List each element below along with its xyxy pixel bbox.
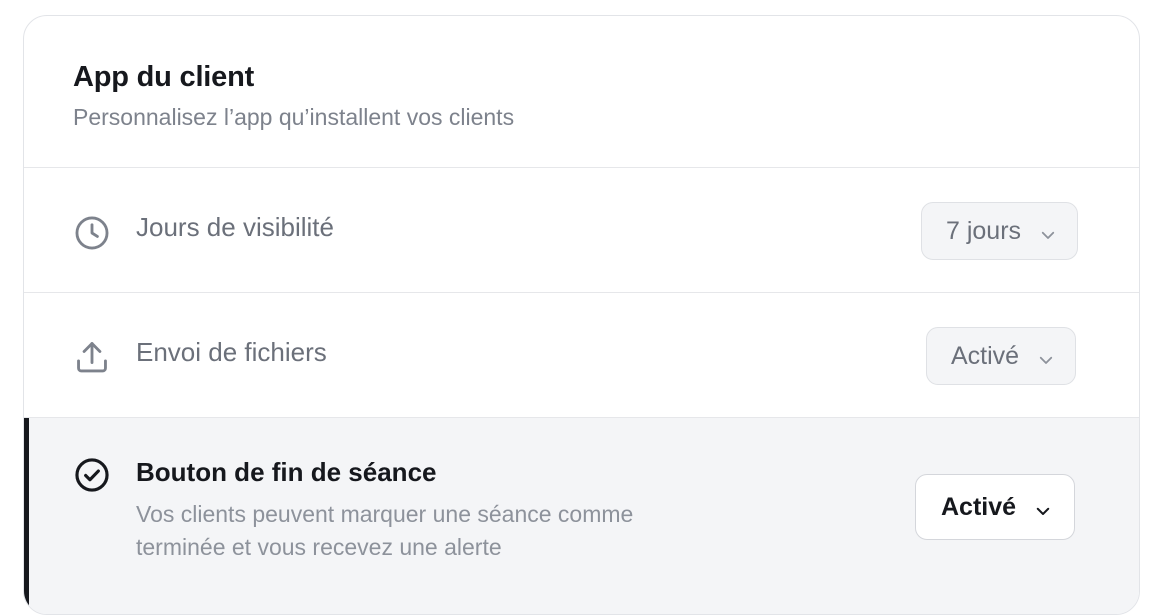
select-value: Activé xyxy=(941,492,1017,521)
setting-label: Jours de visibilité xyxy=(136,212,334,242)
setting-description: Vos clients peuvent marquer une séance c… xyxy=(136,498,736,564)
description-line: Vos clients peuvent marquer une séance c… xyxy=(136,501,634,527)
setting-row-session-end-button: Bouton de fin de séance Vos clients peuv… xyxy=(24,418,1139,614)
chevron-down-icon xyxy=(1037,347,1055,365)
select-value: Activé xyxy=(951,341,1020,370)
session-end-button-select[interactable]: Activé xyxy=(915,474,1076,540)
card-subtitle: Personnalisez l’app qu’installent vos cl… xyxy=(73,104,515,130)
chevron-down-icon xyxy=(1034,498,1052,516)
card-title: App du client xyxy=(73,61,255,93)
upload-icon xyxy=(73,338,111,376)
setting-label: Bouton de fin de séance xyxy=(136,457,437,487)
card-header: App du client Personnalisez l’app qu’ins… xyxy=(24,16,1139,168)
select-value: 7 jours xyxy=(946,216,1022,245)
setting-row-file-upload: Envoi de fichiers Activé xyxy=(24,293,1139,418)
setting-label: Envoi de fichiers xyxy=(136,337,327,367)
description-line: terminée et vous recevez une alerte xyxy=(136,534,502,560)
file-upload-select[interactable]: Activé xyxy=(926,327,1077,385)
check-circle-icon xyxy=(73,456,111,494)
client-app-settings-card: App du client Personnalisez l’app qu’ins… xyxy=(23,15,1140,615)
visibility-days-select[interactable]: 7 jours xyxy=(921,202,1079,260)
chevron-down-icon xyxy=(1039,222,1057,240)
setting-row-visibility-days: Jours de visibilité 7 jours xyxy=(24,168,1139,293)
clock-icon xyxy=(73,214,111,252)
